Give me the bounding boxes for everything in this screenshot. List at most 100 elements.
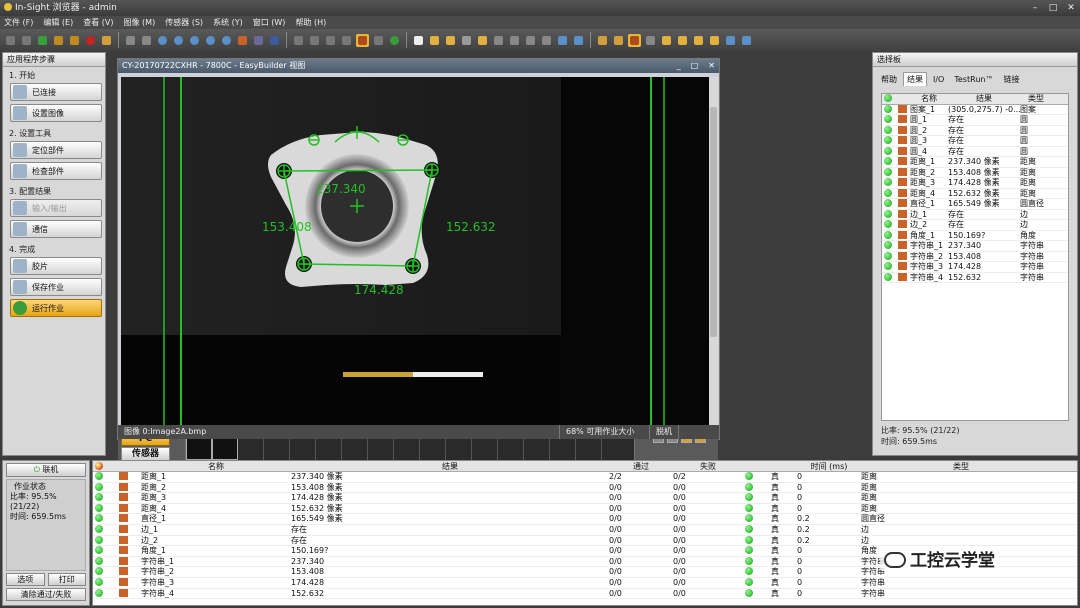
table-row[interactable]: 距离_3 174.428 像素 0/0 0/0 真 0 距离 <box>93 493 1077 504</box>
palette-row[interactable]: 圆_4 存在 圆 <box>882 146 1068 157</box>
palette-row[interactable]: 距离_1 237.340 像素 距离 <box>882 157 1068 168</box>
palette-row[interactable]: 字符串_4 152.632 字符串 <box>882 272 1068 283</box>
view-close-button[interactable]: ✕ <box>708 59 715 73</box>
spreadsheet-icon[interactable] <box>372 34 385 47</box>
connected-button[interactable]: 已连接 <box>10 83 102 101</box>
menu-system[interactable]: 系统 (Y) <box>213 16 243 29</box>
menu-help[interactable]: 帮助 (H) <box>295 16 326 29</box>
tab-testrun[interactable]: TestRun™ <box>950 72 997 86</box>
play-icon[interactable] <box>36 34 49 47</box>
image-display[interactable]: 237.340 153.408 152.632 174.428 <box>121 77 709 426</box>
fast-forward-icon[interactable] <box>68 34 81 47</box>
zoom-out-icon[interactable] <box>172 34 185 47</box>
tab-help[interactable]: 帮助 <box>877 72 901 86</box>
tool-d-icon[interactable] <box>644 34 657 47</box>
menu-file[interactable]: 文件 (F) <box>4 16 33 29</box>
options-button[interactable]: 选项 <box>6 573 45 586</box>
io-button[interactable]: 输入/输出 <box>10 199 102 217</box>
palette-row[interactable]: 圆_1 存在 圆 <box>882 115 1068 126</box>
tool-h-icon[interactable] <box>708 34 721 47</box>
col-pass[interactable]: 通过 <box>609 461 673 471</box>
tool-g-icon[interactable] <box>692 34 705 47</box>
tool-j-icon[interactable] <box>740 34 753 47</box>
paste-icon[interactable] <box>524 34 537 47</box>
tool-a-icon[interactable] <box>596 34 609 47</box>
col-fail[interactable]: 失败 <box>673 461 743 471</box>
table-row[interactable]: 边_1 存在 0/0 0/0 真 0.2 边 <box>93 524 1077 536</box>
undo-icon[interactable] <box>124 34 137 47</box>
col-result[interactable]: 结果 <box>291 461 609 471</box>
open-sensor-icon[interactable] <box>444 34 457 47</box>
display-icon[interactable] <box>268 34 281 47</box>
maximize-button[interactable]: □ <box>1046 2 1060 14</box>
palette-row[interactable]: 字符串_3 174.428 字符串 <box>882 262 1068 273</box>
camera-icon[interactable] <box>100 34 113 47</box>
col-time[interactable]: 时间 (ms) <box>797 461 861 471</box>
redo-edit-icon[interactable] <box>572 34 585 47</box>
tool-b-icon[interactable] <box>612 34 625 47</box>
save-job-button[interactable]: 保存作业 <box>10 278 102 296</box>
table-row[interactable]: 直径_1 165.549 像素 0/0 0/0 真 0.2 圆直径 <box>93 514 1077 525</box>
select-tool-icon[interactable] <box>292 34 305 47</box>
palette-row[interactable]: 边_1 存在 边 <box>882 209 1068 220</box>
zoom-in-icon[interactable] <box>156 34 169 47</box>
minimize-button[interactable]: – <box>1028 2 1042 14</box>
palette-row[interactable]: 图案_1 (305.0,275.7) -0... 图案 <box>882 104 1068 115</box>
communication-button[interactable]: 通信 <box>10 220 102 238</box>
col-result[interactable]: 结果 <box>948 94 1020 104</box>
view-maximize-button[interactable]: □ <box>691 59 699 73</box>
prev-frame-icon[interactable] <box>20 34 33 47</box>
zoom-fill-icon[interactable] <box>204 34 217 47</box>
palette-row[interactable]: 边_2 存在 边 <box>882 220 1068 231</box>
save-icon[interactable] <box>460 34 473 47</box>
table-row[interactable]: 字符串_4 152.632 0/0 0/0 真 0 字符串 <box>93 588 1077 600</box>
zoom-100-icon[interactable] <box>220 34 233 47</box>
view-scroll-thumb[interactable] <box>710 107 717 337</box>
grid-icon[interactable] <box>252 34 265 47</box>
first-frame-icon[interactable] <box>4 34 17 47</box>
menu-view[interactable]: 查看 (V) <box>83 16 113 29</box>
col-name[interactable]: 名称 <box>141 461 291 471</box>
palette-row[interactable]: 距离_4 152.632 像素 距离 <box>882 188 1068 199</box>
tool-c-icon[interactable] <box>628 33 641 47</box>
tool-i-icon[interactable] <box>724 34 737 47</box>
overlay-icon[interactable] <box>340 34 353 47</box>
close-button[interactable]: ✕ <box>1064 2 1078 14</box>
menu-sensor[interactable]: 传感器 (S) <box>165 16 203 29</box>
pan-tool-icon[interactable] <box>308 34 321 47</box>
palette-row[interactable]: 角度_1 150.169? 角度 <box>882 230 1068 241</box>
setup-image-button[interactable]: 设置图像 <box>10 104 102 122</box>
palette-row[interactable]: 字符串_2 153.408 字符串 <box>882 251 1068 262</box>
sensor-button[interactable]: 传感器 <box>121 447 170 461</box>
undo-edit-icon[interactable] <box>556 34 569 47</box>
palette-row[interactable]: 直径_1 165.549 像素 圆直径 <box>882 199 1068 210</box>
palette-row[interactable]: 距离_2 153.408 像素 距离 <box>882 167 1068 178</box>
print-button[interactable]: 打印 <box>47 573 86 586</box>
record-icon[interactable] <box>84 34 97 47</box>
zoom-fit-icon[interactable] <box>188 34 201 47</box>
view-vertical-scrollbar[interactable] <box>709 77 718 426</box>
tab-io[interactable]: I/O <box>929 72 948 86</box>
new-file-icon[interactable] <box>412 34 425 47</box>
palette-row[interactable]: 圆_3 存在 圆 <box>882 136 1068 147</box>
locate-part-button[interactable]: 定位部件 <box>10 141 102 159</box>
table-row[interactable]: 距离_4 152.632 像素 0/0 0/0 真 0 距离 <box>93 503 1077 515</box>
save-as-icon[interactable] <box>476 34 489 47</box>
palette-row[interactable]: 圆_2 存在 圆 <box>882 125 1068 136</box>
menu-edit[interactable]: 编辑 (E) <box>43 16 73 29</box>
tool-f-icon[interactable] <box>676 34 689 47</box>
tool-e-icon[interactable] <box>660 34 673 47</box>
next-icon[interactable] <box>52 34 65 47</box>
easybuilder-icon[interactable] <box>356 33 369 47</box>
image-icon[interactable] <box>236 34 249 47</box>
view-minimize-button[interactable]: _ <box>677 59 681 73</box>
table-row[interactable]: 距离_2 153.408 像素 0/0 0/0 真 0 距离 <box>93 482 1077 494</box>
col-type[interactable]: 类型 <box>861 461 1061 471</box>
online-button[interactable]: ⏻ 联机 <box>6 463 86 477</box>
run-job-button[interactable]: 运行作业 <box>10 299 102 317</box>
menu-image[interactable]: 图像 (M) <box>124 16 156 29</box>
col-name[interactable]: 名称 <box>910 94 948 104</box>
image-hscroll-thumb[interactable] <box>343 372 413 377</box>
tab-results[interactable]: 结果 <box>903 72 927 86</box>
redo-icon[interactable] <box>140 34 153 47</box>
